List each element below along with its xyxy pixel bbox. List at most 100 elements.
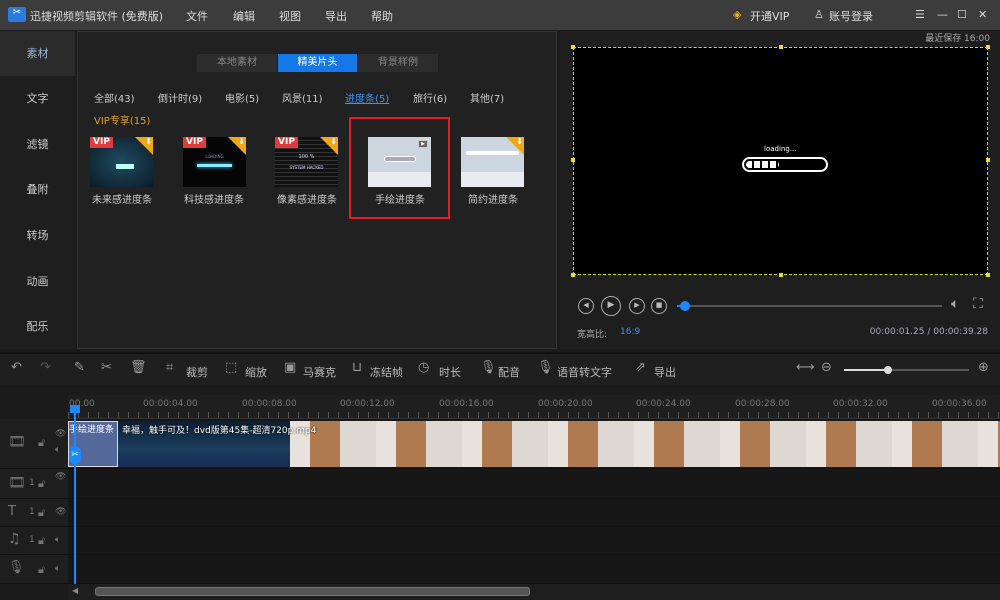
scale-button[interactable]: 缩放 <box>245 364 267 380</box>
fit-timeline-icon[interactable]: ⟷ <box>796 360 815 375</box>
prev-frame-button[interactable]: ◀ <box>578 298 594 314</box>
playhead[interactable] <box>74 408 76 584</box>
close-icon[interactable]: ✕ <box>978 8 987 21</box>
category-countdown[interactable]: 倒计时(9) <box>158 90 202 105</box>
split-scissors-icon[interactable]: ✂ <box>69 446 81 464</box>
category-scenery[interactable]: 风景(11) <box>282 90 323 105</box>
category-progress[interactable]: 进度条(5) <box>345 90 389 105</box>
sidebar-item-overlay[interactable]: 叠附 <box>0 167 75 212</box>
media-item-thumb[interactable]: VIP ⬇ <box>90 137 153 187</box>
eye-icon[interactable]: 👁︎ <box>55 472 66 482</box>
export-button[interactable]: 导出 <box>654 364 676 380</box>
scroll-left-icon[interactable]: ◀ <box>72 586 78 595</box>
sidebar-item-filter[interactable]: 滤镜 <box>0 122 75 167</box>
download-icon[interactable]: ⬇ <box>135 137 153 155</box>
cut-icon[interactable]: ✂ <box>101 360 112 375</box>
duration-button[interactable]: 时长 <box>439 364 461 380</box>
sidebar-item-animation[interactable]: 动画 <box>0 259 75 304</box>
playback-handle[interactable] <box>679 301 690 311</box>
menu-help[interactable]: 帮助 <box>371 8 393 24</box>
volume-icon[interactable]: 🔈︎ <box>951 296 959 312</box>
crop-button[interactable]: 裁剪 <box>186 364 208 380</box>
category-other[interactable]: 其他(7) <box>470 90 504 105</box>
category-movie[interactable]: 电影(5) <box>225 90 259 105</box>
lock-icon[interactable]: 🔓︎ <box>38 563 45 577</box>
category-travel[interactable]: 旅行(6) <box>413 90 447 105</box>
sidebar-item-music[interactable]: 配乐 <box>0 304 75 349</box>
media-item-label: 像素感进度条 <box>277 195 337 206</box>
media-item-thumb[interactable]: ▶ <box>368 137 431 187</box>
zoom-in-icon[interactable]: ⊕ <box>978 360 989 375</box>
lock-icon[interactable]: 🔓︎ <box>38 436 45 450</box>
category-all[interactable]: 全部(43) <box>94 90 135 105</box>
mosaic-button[interactable]: 马赛克 <box>303 364 336 380</box>
login-button[interactable]: 账号登录 <box>829 8 873 24</box>
timeline-scrollbar[interactable]: ◀ <box>68 584 1000 600</box>
track-number: 1 <box>29 507 35 517</box>
speaker-icon[interactable]: 🔈︎ <box>55 445 60 455</box>
tab-backgrounds[interactable]: 背景样例 <box>358 54 438 72</box>
menu-view[interactable]: 视图 <box>279 8 301 24</box>
lock-icon[interactable]: 🔓︎ <box>38 477 45 491</box>
maximize-icon[interactable]: ☐ <box>957 8 967 21</box>
play-button[interactable]: ▶ <box>601 296 621 316</box>
menu-export[interactable]: 导出 <box>325 8 347 24</box>
speech-to-text-icon: 🎙︎ <box>537 360 554 375</box>
ruler-label: 00:00:12.00 <box>340 399 395 409</box>
playhead-handle[interactable] <box>70 405 80 413</box>
mosaic-icon: ▣ <box>284 360 297 375</box>
preview-play-icon[interactable]: ▶ <box>418 140 428 148</box>
redo-icon[interactable]: ↷ <box>40 360 51 375</box>
tab-local-media[interactable]: 本地素材 <box>197 54 277 72</box>
media-item-thumb[interactable]: LOADING VIP ⬇ <box>183 137 246 187</box>
aspect-select[interactable]: 16:9 <box>620 327 640 337</box>
lock-icon[interactable]: 🔓︎ <box>38 506 45 520</box>
speaker-icon[interactable]: 🔈︎ <box>55 535 60 545</box>
freeze-frame-button[interactable]: 冻结帧 <box>370 364 403 380</box>
tab-intros[interactable]: 精美片头 <box>278 54 357 72</box>
minimize-icon[interactable]: — <box>937 8 948 21</box>
speaker-icon[interactable]: 🔈︎ <box>55 564 60 574</box>
track-number: 1 <box>29 535 35 545</box>
media-item-label: 科技感进度条 <box>184 195 244 206</box>
timeline-ruler[interactable]: 00.00 00:00:04.00 00:00:08.00 00:00:12.0… <box>68 395 1000 419</box>
delete-icon[interactable]: 🗑︎ <box>130 360 147 375</box>
download-icon[interactable]: ⬇ <box>506 137 524 155</box>
zoom-slider[interactable] <box>844 366 969 374</box>
lock-icon[interactable]: 🔓︎ <box>38 534 45 548</box>
zoom-out-icon[interactable]: ⊖ <box>821 360 832 375</box>
stop-button[interactable]: ■ <box>651 298 667 314</box>
media-item-thumb[interactable]: 100 % SYSTEM HACKED VIP ⬇ <box>275 137 338 187</box>
download-icon[interactable]: ⬇ <box>320 137 338 155</box>
sidebar: 素材 文字 滤镜 叠附 转场 动画 配乐 <box>0 31 75 349</box>
playback-slider[interactable] <box>677 301 942 311</box>
fullscreen-icon[interactable]: ⛶ <box>973 296 983 312</box>
menu-file[interactable]: 文件 <box>186 8 208 24</box>
thumb-text: LOADING <box>205 154 224 159</box>
video-track-main: 🎞︎ 🔓︎ 👁︎ 🔈︎ 手绘进度条 幸福，触手可及！dvd版第45集-超清720… <box>0 419 1000 469</box>
menu-edit[interactable]: 编辑 <box>233 8 255 24</box>
vip-badge: VIP <box>275 137 298 148</box>
dubbing-button[interactable]: 配音 <box>498 364 520 380</box>
media-item-thumb[interactable]: ⬇ <box>461 137 524 187</box>
next-frame-button[interactable]: ▶ <box>629 298 645 314</box>
eye-icon[interactable]: 👁︎ <box>55 429 66 439</box>
scrollbar-thumb[interactable] <box>95 587 530 596</box>
film-icon: 🎞︎ <box>8 434 26 450</box>
sidebar-item-text[interactable]: 文字 <box>0 76 75 121</box>
vip-button[interactable]: 开通VIP <box>750 8 789 24</box>
speech-to-text-button[interactable]: 语音转文字 <box>557 364 612 380</box>
edit-icon[interactable]: ✎ <box>74 360 85 375</box>
preview-screen[interactable]: loading... <box>571 45 990 277</box>
eye-icon[interactable]: 👁︎ <box>55 507 66 517</box>
download-icon[interactable]: ⬇ <box>228 137 246 155</box>
settings-menu-icon[interactable]: ☰ <box>915 8 925 21</box>
music-track: ♫ 1 🔓︎ 🔈︎ <box>0 527 1000 555</box>
undo-icon[interactable]: ↶ <box>11 360 22 375</box>
category-vip[interactable]: VIP专享(15) <box>94 112 150 127</box>
zoom-handle[interactable] <box>883 366 892 374</box>
sidebar-item-media[interactable]: 素材 <box>0 31 75 76</box>
timeline-clip-video-frames[interactable] <box>290 421 1000 467</box>
sidebar-item-transition[interactable]: 转场 <box>0 213 75 258</box>
preview-panel: 最近保存 16:00 loading... ◀ ▶ ▶ ■ 🔈︎ ⛶ 宽高比: … <box>560 31 1000 349</box>
